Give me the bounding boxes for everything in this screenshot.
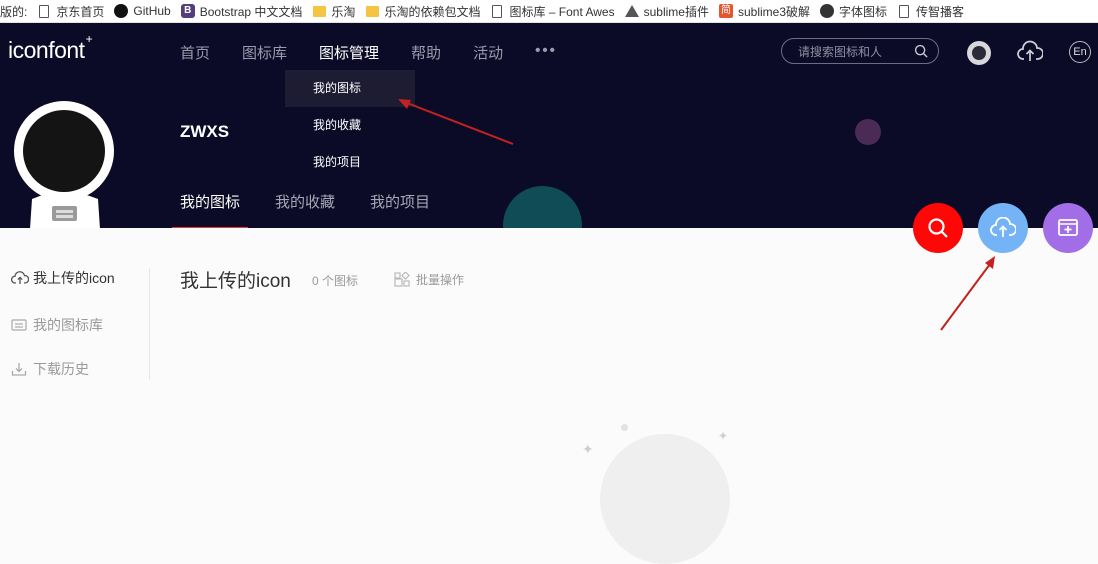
batch-label: 批量操作 — [416, 273, 465, 287]
nav-help[interactable]: 帮助 — [411, 42, 441, 63]
bookmark-item[interactable]: 京东首页 — [37, 3, 114, 20]
bookmark-label: 图标库 – Font Awes — [509, 4, 615, 19]
bookmark-label: 乐淘 — [331, 4, 356, 19]
language-switch[interactable]: En — [1069, 41, 1091, 63]
bookmark-item[interactable]: 乐淘的依赖包文档 — [365, 3, 490, 20]
search-fab-button[interactable] — [913, 203, 963, 253]
triangle-icon — [624, 5, 639, 17]
bookmark-label: GitHub — [133, 4, 171, 18]
batch-icon — [394, 271, 410, 287]
bookmarks-bar: 版的: 京东首页 GitHub B Bootstrap 中文文档 乐淘 乐淘的依赖… — [0, 0, 1098, 23]
bookmark-item[interactable]: 简 sublime3破解 — [718, 3, 820, 20]
dropdown-item-my-icons[interactable]: 我的图标 — [285, 70, 415, 107]
bootstrap-icon: B — [180, 4, 195, 18]
nav-more[interactable]: ••• — [535, 42, 557, 63]
astronaut-avatar — [14, 101, 114, 228]
add-project-icon — [1058, 219, 1078, 236]
bookmark-item[interactable]: 乐淘 — [312, 3, 365, 20]
iconfont-logo[interactable]: iconfont+ — [8, 32, 93, 64]
profile-tabs: 我的图标 我的收藏 我的项目 — [172, 191, 457, 228]
bookmark-item[interactable]: B Bootstrap 中文文档 — [180, 3, 313, 20]
bookmark-label: 乐淘的依赖包文档 — [384, 4, 481, 19]
icon-management-dropdown: 我的图标 我的收藏 我的项目 — [285, 70, 415, 181]
search-icon — [928, 218, 948, 238]
bookmark-item[interactable]: GitHub — [114, 4, 180, 18]
bookmark-item[interactable]: sublime插件 — [624, 3, 719, 20]
upload-fab-button[interactable] — [978, 203, 1028, 253]
bookmark-item[interactable]: 图标库 – Font Awes — [490, 3, 624, 20]
cloud-upload-icon — [990, 217, 1016, 237]
folder-icon — [365, 5, 379, 17]
bookmark-label: sublime插件 — [643, 4, 709, 19]
bookmark-item[interactable]: 字体图标 — [820, 3, 897, 20]
decor-circle — [503, 186, 582, 228]
gear-icon — [820, 4, 834, 18]
create-project-fab-button[interactable] — [1043, 203, 1093, 253]
tab-my-favorites[interactable]: 我的收藏 — [267, 191, 343, 227]
main-nav: 首页 图标库 图标管理 帮助 活动 ••• — [180, 42, 589, 63]
upload-icon[interactable] — [1017, 40, 1043, 64]
nav-icon-management[interactable]: 图标管理 — [319, 42, 379, 63]
empty-state-illustration — [600, 434, 730, 564]
bookmark-item[interactable]: 传智播客 — [897, 3, 974, 20]
nav-icon-library[interactable]: 图标库 — [242, 42, 287, 63]
file-icon — [899, 4, 910, 18]
icon-count: 0 个图标 — [312, 274, 359, 288]
nav-home[interactable]: 首页 — [180, 42, 210, 63]
bookmark-label: 字体图标 — [839, 4, 888, 19]
sidebar-item-my-library[interactable]: 我的图标库 — [11, 315, 103, 335]
bookmark-label: Bootstrap 中文文档 — [199, 4, 303, 19]
tab-my-icons[interactable]: 我的图标 — [172, 191, 249, 228]
sidebar-item-my-uploads[interactable]: 我上传的icon — [11, 268, 115, 288]
user-avatar[interactable] — [967, 41, 991, 65]
cloud-upload-icon — [11, 271, 29, 284]
library-icon — [11, 319, 27, 331]
sparkle-icon: ✦ — [582, 441, 594, 457]
jian-icon: 简 — [718, 4, 733, 18]
decor-circle — [855, 119, 881, 145]
sidebar-item-label: 下载历史 — [33, 361, 89, 377]
file-icon — [39, 4, 50, 18]
bookmark-label: 传智播客 — [916, 4, 965, 19]
github-icon — [114, 4, 129, 18]
decor-dot — [621, 424, 628, 431]
search-input[interactable] — [796, 42, 912, 62]
tab-my-projects[interactable]: 我的项目 — [362, 191, 438, 227]
bookmark-item[interactable]: 版的: — [0, 3, 37, 20]
search-box — [781, 38, 939, 64]
sidebar-item-label: 我的图标库 — [33, 317, 103, 333]
sparkle-icon: ✦ — [718, 429, 729, 443]
dropdown-item-my-projects[interactable]: 我的项目 — [285, 144, 415, 181]
logo-mark: + — [85, 32, 93, 47]
nav-activity[interactable]: 活动 — [473, 42, 503, 63]
logo-text: iconfont — [8, 37, 85, 63]
sidebar-item-download-history[interactable]: 下载历史 — [11, 359, 89, 379]
page-title: 我上传的icon — [180, 271, 291, 292]
profile-username: ZWXS — [180, 122, 230, 141]
search-icon[interactable] — [914, 44, 928, 58]
bookmark-label: 京东首页 — [56, 4, 105, 19]
bookmark-label: sublime3破解 — [737, 4, 810, 19]
batch-operation-button[interactable]: 批量操作 — [394, 271, 464, 288]
folder-icon — [312, 5, 326, 17]
download-icon — [11, 363, 27, 376]
dropdown-item-my-favorites[interactable]: 我的收藏 — [285, 107, 415, 144]
sidebar-menu: 我上传的icon 我的图标库 下载历史 — [11, 268, 150, 380]
site-header: iconfont+ 首页 图标库 图标管理 帮助 活动 ••• En 我的图标 … — [0, 23, 1098, 228]
sidebar-item-label: 我上传的icon — [33, 270, 115, 286]
bookmark-label: 版的: — [0, 4, 28, 19]
file-icon — [492, 4, 503, 18]
